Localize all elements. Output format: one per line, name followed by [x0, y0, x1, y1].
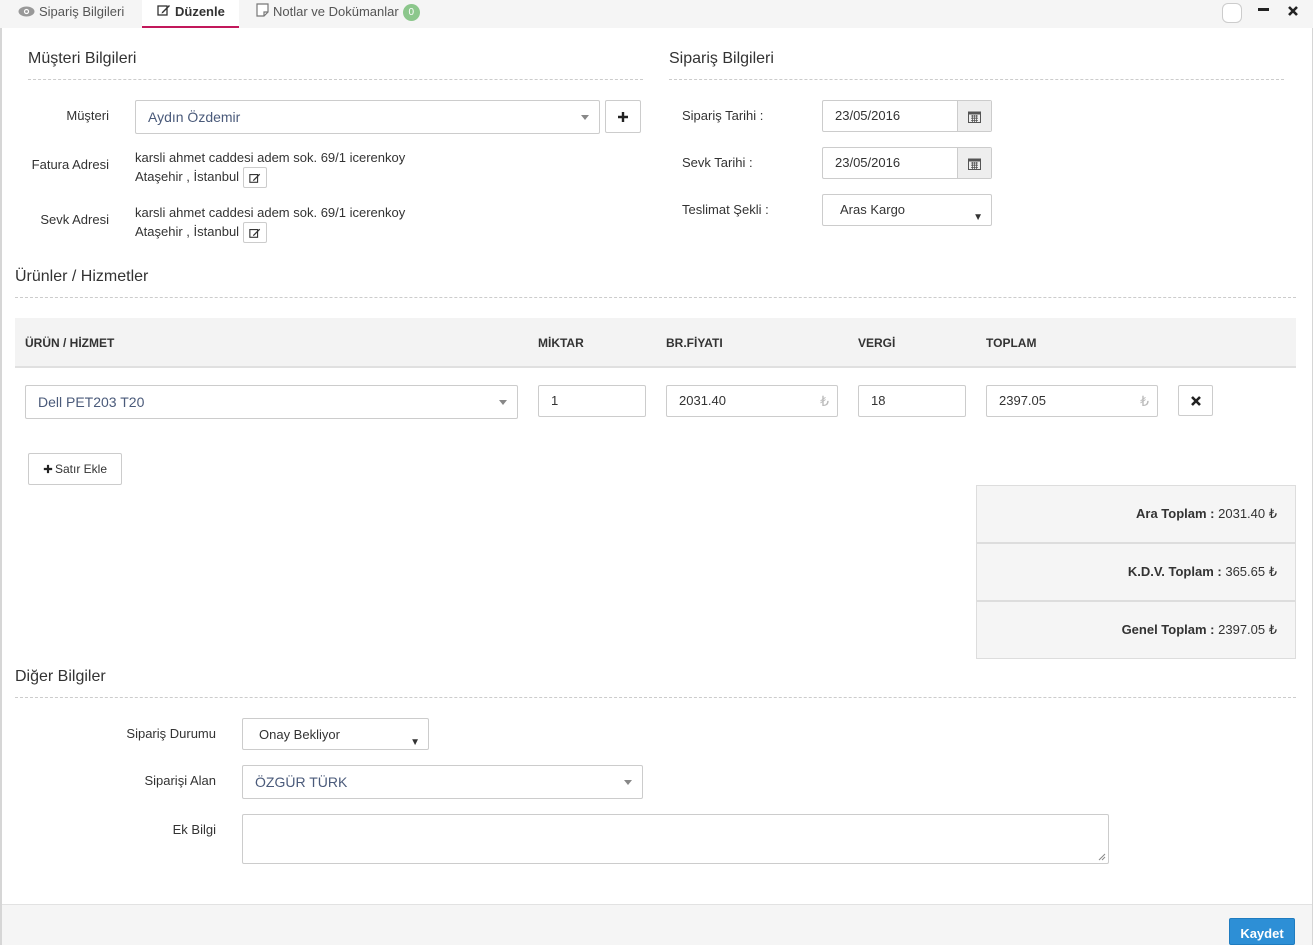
calendar-icon: [968, 111, 981, 123]
ship-address-label: Sevk Adresi: [40, 212, 109, 227]
divider: [15, 697, 1296, 698]
extra-info-label: Ek Bilgi: [172, 822, 216, 837]
modal-footer: [2, 904, 1312, 945]
ship-date-label: Sevk Tarihi :: [682, 155, 753, 170]
divider: [28, 79, 643, 80]
chevron-down-icon: [581, 115, 589, 120]
vat-value: 365.65 ₺: [1225, 564, 1277, 579]
chevron-down-icon: [499, 400, 507, 405]
grand-total-value: 2397.05 ₺: [1218, 622, 1277, 637]
order-date-label: Sipariş Tarihi :: [682, 108, 764, 123]
tab-notes-docs-label: Notlar ve Dokümanlar: [273, 4, 399, 19]
products-table-header: [15, 318, 1296, 368]
ship-date-value: 23/05/2016: [835, 155, 901, 170]
close-icon[interactable]: [1287, 5, 1299, 20]
order-status-label: Sipariş Durumu: [126, 726, 216, 741]
note-icon: [256, 1, 269, 25]
qty-value: 1: [551, 393, 559, 408]
qty-input[interactable]: 1: [538, 385, 646, 417]
price-input[interactable]: 2031.40 ₺: [666, 385, 838, 417]
total-input[interactable]: 2397.05 ₺: [986, 385, 1158, 417]
order-status-select[interactable]: Onay Bekliyor ▼: [242, 718, 429, 750]
close-icon: [1190, 396, 1201, 406]
vat-total-box: K.D.V. Toplam : 365.65 ₺: [976, 543, 1296, 601]
tax-value: 18: [871, 393, 886, 408]
products-section-title: Ürünler / Hizmetler: [15, 268, 149, 285]
tab-order-info-label: Sipariş Bilgileri: [39, 4, 125, 19]
subtotal-value: 2031.40 ₺: [1218, 506, 1277, 521]
order-section-title: Sipariş Bilgileri: [669, 50, 774, 67]
col-header-price: BR.FİYATI: [666, 336, 723, 350]
customer-value: Aydın Özdemir: [148, 109, 241, 125]
order-taker-select[interactable]: ÖZGÜR TÜRK: [242, 765, 643, 799]
lira-icon: ₺: [820, 393, 829, 409]
delivery-method-value: Aras Kargo: [840, 202, 906, 217]
delivery-method-label: Teslimat Şekli :: [682, 202, 769, 217]
order-status-value: Onay Bekliyor: [259, 727, 340, 742]
edit-icon: [249, 228, 261, 238]
chevron-down-icon: [624, 780, 632, 785]
order-taker-label: Siparişi Alan: [144, 773, 216, 788]
other-section-title: Diğer Bilgiler: [15, 668, 106, 685]
plus-icon: [618, 112, 628, 122]
extra-info-textarea[interactable]: [242, 814, 1109, 864]
minimize-icon[interactable]: [1258, 8, 1269, 11]
order-date-value: 23/05/2016: [835, 108, 901, 123]
ship-address-line2: Ataşehir , İstanbul: [135, 224, 240, 239]
remove-row-button[interactable]: [1178, 385, 1213, 416]
grand-total-box: Genel Toplam : 2397.05 ₺: [976, 601, 1296, 659]
invoice-address-label: Fatura Adresi: [31, 157, 109, 172]
ship-address-line1: karsli ahmet caddesi adem sok. 69/1 icer…: [135, 205, 406, 220]
customer-label: Müşteri: [66, 108, 109, 123]
tab-notes-docs[interactable]: Notlar ve Dokümanlar 0: [256, 0, 420, 28]
save-button[interactable]: Kaydet: [1229, 918, 1295, 945]
invoice-address-line1: karsli ahmet caddesi adem sok. 69/1 icer…: [135, 150, 406, 165]
invoice-address-line2: Ataşehir , İstanbul: [135, 169, 240, 184]
edit-icon: [249, 173, 261, 183]
caret-down-icon: ▼: [973, 212, 983, 223]
edit-icon: [157, 1, 171, 25]
add-row-button[interactable]: Satır Ekle: [28, 453, 122, 485]
order-date-picker-button[interactable]: [957, 101, 991, 131]
divider: [669, 79, 1284, 80]
col-header-qty: MİKTAR: [538, 336, 584, 350]
customer-section-title: Müşteri Bilgileri: [28, 50, 137, 67]
eye-icon: [18, 1, 35, 25]
notes-count-badge: 0: [402, 4, 420, 22]
customer-select[interactable]: Aydın Özdemir: [135, 100, 600, 134]
edit-invoice-address-button[interactable]: [243, 167, 267, 188]
resize-handle-icon[interactable]: [1098, 853, 1106, 861]
add-customer-button[interactable]: [605, 100, 641, 133]
price-value: 2031.40: [679, 393, 726, 408]
tab-edit-label: Düzenle: [175, 4, 225, 19]
add-row-label: Satır Ekle: [54, 462, 108, 476]
order-date-input[interactable]: 23/05/2016: [822, 100, 992, 132]
modal-window: [0, 0, 1313, 945]
tab-edit[interactable]: Düzenle: [142, 0, 239, 28]
col-header-tax: VERGİ: [858, 336, 896, 350]
calendar-icon: [968, 158, 981, 170]
ship-date-picker-button[interactable]: [957, 148, 991, 178]
subtotal-box: Ara Toplam : 2031.40 ₺: [976, 485, 1296, 543]
vat-label: K.D.V. Toplam :: [1127, 564, 1222, 579]
maximize-button[interactable]: [1222, 3, 1242, 23]
edit-ship-address-button[interactable]: [243, 222, 267, 243]
caret-down-icon: ▼: [410, 737, 420, 748]
product-select[interactable]: Dell PET203 T20: [25, 385, 518, 419]
lira-icon: ₺: [1140, 393, 1149, 409]
subtotal-label: Ara Toplam :: [1136, 506, 1215, 521]
col-header-product: ÜRÜN / HİZMET: [25, 336, 115, 350]
plus-icon: [43, 464, 53, 474]
divider: [15, 297, 1296, 298]
ship-date-input[interactable]: 23/05/2016: [822, 147, 992, 179]
product-value: Dell PET203 T20: [38, 394, 145, 410]
order-taker-value: ÖZGÜR TÜRK: [255, 774, 348, 790]
grand-total-label: Genel Toplam :: [1121, 622, 1215, 637]
tab-order-info[interactable]: Sipariş Bilgileri: [16, 0, 126, 28]
delivery-method-select[interactable]: Aras Kargo ▼: [822, 194, 992, 226]
total-value: 2397.05: [999, 393, 1046, 408]
col-header-total: TOPLAM: [986, 336, 1037, 350]
tax-input[interactable]: 18: [858, 385, 966, 417]
